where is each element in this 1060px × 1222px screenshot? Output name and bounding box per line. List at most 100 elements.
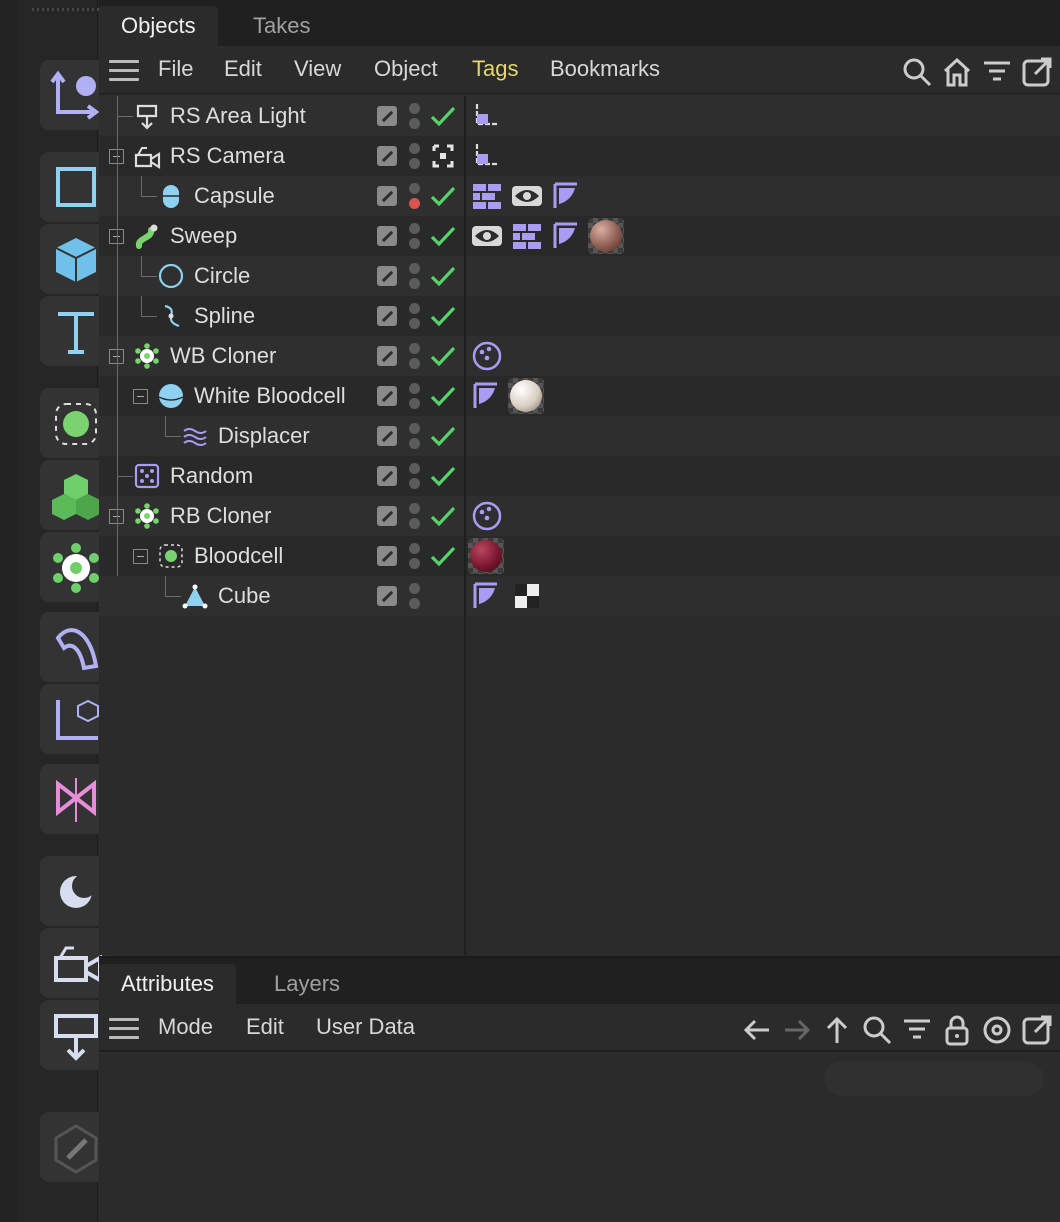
motion-tag-icon[interactable]	[471, 500, 503, 532]
object-row-left[interactable]: Displacer	[99, 416, 464, 456]
checker-tag-icon[interactable]	[511, 580, 543, 612]
motion-tag-icon[interactable]	[471, 340, 503, 372]
table-row[interactable]: RB Cloner	[99, 496, 1060, 536]
toolbar-grip[interactable]	[32, 8, 102, 11]
material-white-tag-icon[interactable]	[508, 378, 544, 414]
tag-cell[interactable]	[466, 496, 1060, 536]
collapse-toggle[interactable]	[133, 549, 148, 564]
uv-tag-icon[interactable]	[471, 580, 503, 612]
uv-tag-icon[interactable]	[551, 180, 583, 212]
layer-edit-icon[interactable]	[377, 506, 397, 526]
table-row[interactable]: Spline	[99, 296, 1060, 336]
layer-edit-icon[interactable]	[377, 546, 397, 566]
editor-visibility-dot[interactable]	[409, 303, 420, 314]
table-row[interactable]: Bloodcell	[99, 536, 1060, 576]
object-name[interactable]: RS Area Light	[170, 102, 306, 130]
tree-tag-divider[interactable]	[464, 96, 466, 955]
editor-visibility-dot[interactable]	[409, 183, 420, 194]
layer-edit-icon[interactable]	[377, 306, 397, 326]
maximize-icon[interactable]	[1021, 56, 1053, 88]
editor-visibility-dot[interactable]	[409, 383, 420, 394]
bricks-tag-icon[interactable]	[471, 180, 503, 212]
uv-tag-icon[interactable]	[551, 220, 583, 252]
tag-cell[interactable]	[466, 256, 1060, 296]
material-copper-tag-icon[interactable]	[588, 218, 624, 254]
table-row[interactable]: Displacer	[99, 416, 1060, 456]
tag-cell[interactable]	[466, 416, 1060, 456]
maximize-icon[interactable]	[1021, 1014, 1053, 1046]
enabled-check-icon[interactable]	[429, 384, 457, 408]
render-visibility-dot[interactable]	[409, 438, 420, 449]
forward-arrow-icon[interactable]	[781, 1014, 813, 1046]
object-name[interactable]: Spline	[194, 302, 255, 330]
object-row-left[interactable]: RS Area Light	[99, 96, 464, 136]
home-icon[interactable]	[941, 56, 973, 88]
layer-edit-icon[interactable]	[377, 466, 397, 486]
object-row-left[interactable]: RS Camera	[99, 136, 464, 176]
editor-visibility-dot[interactable]	[409, 223, 420, 234]
tag-cell[interactable]	[466, 536, 1060, 576]
editor-visibility-dot[interactable]	[409, 543, 420, 554]
enabled-check-icon[interactable]	[429, 344, 457, 368]
layer-edit-icon[interactable]	[377, 586, 397, 606]
editor-visibility-dot[interactable]	[409, 263, 420, 274]
table-row[interactable]: RS Camera	[99, 136, 1060, 176]
object-row-left[interactable]: RB Cloner	[99, 496, 464, 536]
attributes-search-pill[interactable]	[824, 1062, 1044, 1096]
tag-cell[interactable]	[466, 376, 1060, 416]
object-name[interactable]: WB Cloner	[170, 342, 276, 370]
editor-visibility-dot[interactable]	[409, 583, 420, 594]
table-row[interactable]: RS Area Light	[99, 96, 1060, 136]
enabled-check-icon[interactable]	[429, 224, 457, 248]
object-name[interactable]: Cube	[218, 582, 271, 610]
object-row-left[interactable]: Cube	[99, 576, 464, 616]
tag-cell[interactable]	[466, 336, 1060, 376]
enabled-check-icon[interactable]	[429, 464, 457, 488]
collapse-toggle[interactable]	[133, 389, 148, 404]
enabled-check-icon[interactable]	[429, 424, 457, 448]
object-row-left[interactable]: White Bloodcell	[99, 376, 464, 416]
hamburger-menu-icon[interactable]	[109, 1018, 139, 1040]
editor-visibility-dot[interactable]	[409, 103, 420, 114]
layer-edit-icon[interactable]	[377, 146, 397, 166]
enabled-check-icon[interactable]	[429, 104, 457, 128]
uv-tag-icon[interactable]	[471, 380, 503, 412]
menu-view[interactable]: View	[294, 54, 341, 84]
render-visibility-dot[interactable]	[409, 358, 420, 369]
object-name[interactable]: RB Cloner	[170, 502, 271, 530]
enabled-check-icon[interactable]	[429, 544, 457, 568]
menu-user-data[interactable]: User Data	[316, 1012, 415, 1042]
menu-object[interactable]: Object	[374, 54, 438, 84]
layer-edit-icon[interactable]	[377, 266, 397, 286]
tag-cell[interactable]	[466, 136, 1060, 176]
render-visibility-dot[interactable]	[409, 238, 420, 249]
render-visibility-dot[interactable]	[409, 198, 420, 209]
tab-attributes[interactable]: Attributes	[99, 964, 236, 1004]
up-arrow-icon[interactable]	[821, 1014, 853, 1046]
object-name[interactable]: Capsule	[194, 182, 275, 210]
render-visibility-dot[interactable]	[409, 558, 420, 569]
object-row-left[interactable]: Spline	[99, 296, 464, 336]
table-row[interactable]: Circle	[99, 256, 1060, 296]
table-row[interactable]: WB Cloner	[99, 336, 1060, 376]
object-name[interactable]: Displacer	[218, 422, 310, 450]
object-row-left[interactable]: WB Cloner	[99, 336, 464, 376]
render-visibility-dot[interactable]	[409, 398, 420, 409]
layer-edit-icon[interactable]	[377, 346, 397, 366]
tag-cell[interactable]	[466, 456, 1060, 496]
render-visibility-dot[interactable]	[409, 518, 420, 529]
object-row-left[interactable]: Random	[99, 456, 464, 496]
tag-cell[interactable]	[466, 216, 1060, 256]
material-red-tag-icon[interactable]	[468, 538, 504, 574]
layer-edit-icon[interactable]	[377, 426, 397, 446]
render-visibility-dot[interactable]	[409, 598, 420, 609]
object-name[interactable]: Circle	[194, 262, 250, 290]
target-tag-icon[interactable]	[471, 140, 503, 172]
render-visibility-dot[interactable]	[409, 478, 420, 489]
render-visibility-dot[interactable]	[409, 118, 420, 129]
camera-focus-icon[interactable]	[429, 144, 457, 168]
table-row[interactable]: Cube	[99, 576, 1060, 616]
menu-mode[interactable]: Mode	[158, 1012, 213, 1042]
menu-edit[interactable]: Edit	[224, 54, 262, 84]
bricks-tag-icon[interactable]	[511, 220, 543, 252]
